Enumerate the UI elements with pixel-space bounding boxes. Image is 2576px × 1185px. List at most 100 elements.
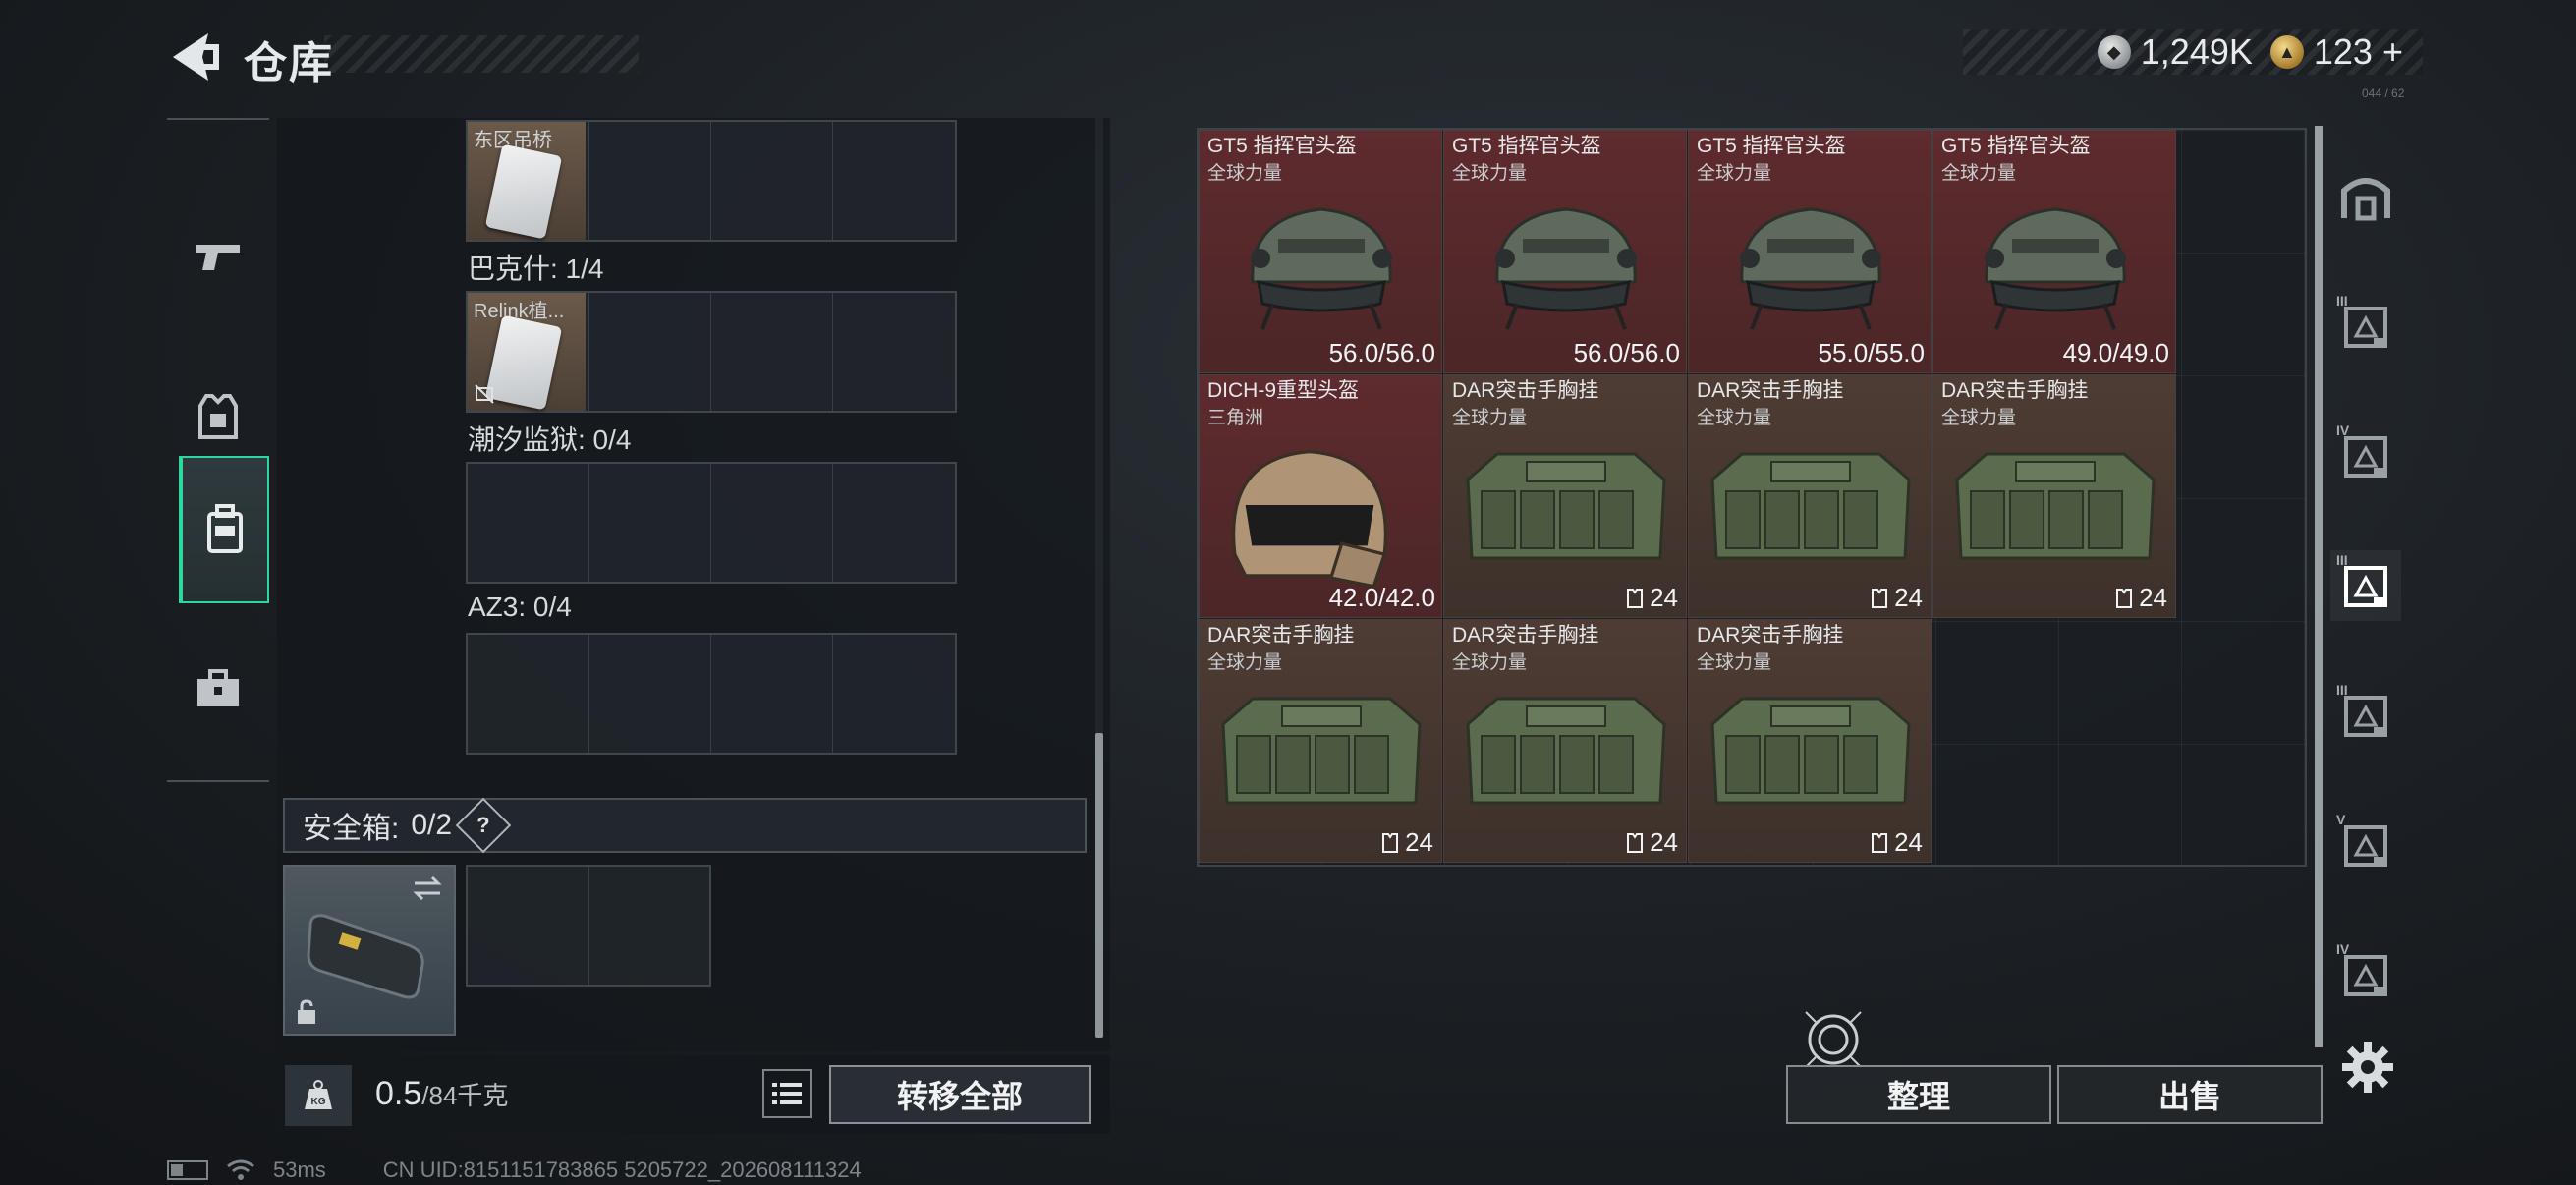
stash-item-heavy-helmet[interactable]: DICH-9重型头盔 三角洲 42.0/42.0: [1199, 374, 1442, 618]
item-name: DAR突击手胸挂: [1452, 379, 1599, 402]
item-name: DAR突击手胸挂: [1452, 624, 1599, 647]
svg-text:KG: KG: [311, 1097, 326, 1107]
safebox-item[interactable]: [283, 865, 456, 1036]
item-name: GT5 指挥官头盔: [1697, 135, 1846, 157]
stash-item-helmet[interactable]: GT5 指挥官头盔 全球力量 56.0/56.0: [1443, 130, 1687, 373]
pistol-icon: [196, 245, 240, 270]
gold-currency[interactable]: ▲ 123 +: [2269, 31, 2403, 73]
category-weapons[interactable]: [167, 183, 269, 330]
vest-slot-icon: [1627, 832, 1644, 853]
silver-currency: ◆ 1,249K: [2097, 31, 2253, 73]
sort-button[interactable]: 整理: [1786, 1065, 2051, 1124]
key-row-label: 巴克什: 1/4: [468, 254, 604, 284]
chest-rig-art: [1710, 697, 1911, 805]
gold-add-button[interactable]: +: [2382, 31, 2403, 73]
heavy-helmet-art: [1232, 449, 1387, 589]
item-faction: 全球力量: [1941, 408, 2017, 428]
category-backpack[interactable]: [179, 456, 269, 603]
key-slot-row[interactable]: [466, 633, 957, 755]
back-arrow-icon[interactable]: [165, 28, 226, 86]
tab-tier: III: [2336, 552, 2348, 568]
stash-item-vest[interactable]: DAR突击手胸挂 全球力量 24: [1443, 619, 1687, 863]
key-row-label: 潮汐监狱: 0/4: [468, 424, 632, 455]
item-name: DAR突击手胸挂: [1941, 379, 2089, 402]
toolbox-icon: [197, 669, 239, 706]
stash-tab-3[interactable]: IV: [2330, 421, 2401, 491]
category-toolbox[interactable]: [167, 615, 269, 762]
help-button[interactable]: ?: [455, 797, 512, 854]
stash-item-vest[interactable]: DAR突击手胸挂 全球力量 24: [1443, 374, 1687, 618]
stash-item-helmet[interactable]: GT5 指挥官头盔 全球力量 55.0/55.0: [1688, 130, 1932, 373]
container-scroll-thumb[interactable]: [1095, 733, 1103, 1038]
stash-item-vest[interactable]: DAR突击手胸挂 全球力量 24: [1932, 374, 2176, 618]
lock-icon: [298, 999, 315, 1024]
key-slot-row[interactable]: [466, 462, 957, 584]
safebox-empty-slots[interactable]: [466, 865, 711, 987]
list-view-button[interactable]: [762, 1069, 812, 1118]
tab-tier: III: [2336, 682, 2348, 698]
swap-icon[interactable]: [411, 875, 444, 902]
helmet-art: [1985, 207, 2126, 330]
key-name: Relink植...: [474, 301, 565, 322]
tab-tier: V: [2336, 812, 2346, 827]
key-row-label: AZ3: 0/4: [468, 592, 572, 622]
safebox-label: 安全箱:: [303, 813, 400, 845]
stash-tab-5[interactable]: III: [2330, 680, 2401, 751]
weight-capacity: /84千克: [421, 1081, 509, 1110]
helmet-art: [1495, 207, 1637, 330]
stash-tab-6[interactable]: V: [2330, 810, 2401, 880]
item-name: DAR突击手胸挂: [1697, 379, 1844, 402]
stash-item-vest[interactable]: DAR突击手胸挂 全球力量 24: [1199, 619, 1442, 863]
settings-gear-icon[interactable]: [2338, 1038, 2397, 1097]
stash-item-vest[interactable]: DAR突击手胸挂 全球力量 24: [1688, 619, 1932, 863]
stash-item-helmet[interactable]: GT5 指挥官头盔 全球力量 49.0/49.0: [1932, 130, 2176, 373]
keycard-art: [484, 143, 563, 240]
safebox-header: 安全箱: 0/2 ?: [283, 797, 1087, 854]
item-faction: 三角洲: [1207, 408, 1264, 428]
secure-case-art: [307, 914, 424, 999]
no-carry-icon: [475, 384, 494, 404]
key-item[interactable]: Relink植...: [468, 293, 586, 411]
armor-slots-readout: 24: [1626, 583, 1678, 613]
stash-scrollbar[interactable]: [2315, 126, 2323, 1047]
player-uid: CN UID:8151151783865 5205722_20260811132…: [382, 1157, 862, 1182]
armor-slots-readout: 24: [1381, 827, 1433, 858]
stash-tab-2[interactable]: III: [2330, 291, 2401, 362]
stash-item-vest[interactable]: DAR突击手胸挂 全球力量 24: [1688, 374, 1932, 618]
chest-rig-art: [1466, 452, 1666, 560]
stash-home-icon: [2341, 178, 2390, 221]
version-tag: 044 / 62: [2362, 86, 2405, 100]
stash-item-helmet[interactable]: GT5 指挥官头盔 全球力量 56.0/56.0: [1199, 130, 1442, 373]
sort-target-icon: [1805, 1011, 1862, 1068]
key-item[interactable]: 东区吊桥: [468, 122, 586, 240]
tab-tier: IV: [2336, 423, 2350, 438]
tier5-case-icon: [2344, 825, 2387, 867]
armor-slots-readout: 24: [2115, 583, 2167, 613]
item-faction: 全球力量: [1207, 652, 1283, 673]
item-name: GT5 指挥官头盔: [1941, 135, 2091, 157]
slot-count: 24: [1894, 827, 1923, 857]
armor-slots-readout: 24: [1626, 827, 1678, 858]
vest-slot-icon: [1627, 588, 1644, 608]
transfer-all-button[interactable]: 转移全部: [829, 1065, 1091, 1124]
stash-tab-7[interactable]: IV: [2330, 939, 2401, 1010]
stash-tab-4[interactable]: III: [2330, 550, 2401, 621]
armor-slots-readout: 24: [1871, 583, 1923, 613]
help-icon: ?: [476, 812, 490, 837]
chest-rig-art: [1955, 452, 2156, 560]
slot-count: 24: [1650, 827, 1678, 857]
item-faction: 全球力量: [1452, 163, 1528, 184]
tab-tier: III: [2336, 293, 2348, 309]
item-name: GT5 指挥官头盔: [1452, 135, 1601, 157]
helmet-art: [1740, 207, 1881, 330]
sell-button[interactable]: 出售: [2057, 1065, 2323, 1124]
weight-readout: 0.5/84千克: [375, 1075, 508, 1113]
item-faction: 全球力量: [1452, 408, 1528, 428]
status-footer: 53ms CN UID:8151151783865 5205722_202608…: [167, 1157, 862, 1183]
slot-count: 24: [1894, 583, 1923, 612]
durability-readout: 56.0/56.0: [1573, 338, 1680, 367]
stash-tab-1[interactable]: [2330, 161, 2401, 232]
item-name: GT5 指挥官头盔: [1207, 135, 1357, 157]
gold-coin-icon: ▲: [2269, 35, 2304, 69]
slot-count: 24: [1405, 827, 1433, 857]
